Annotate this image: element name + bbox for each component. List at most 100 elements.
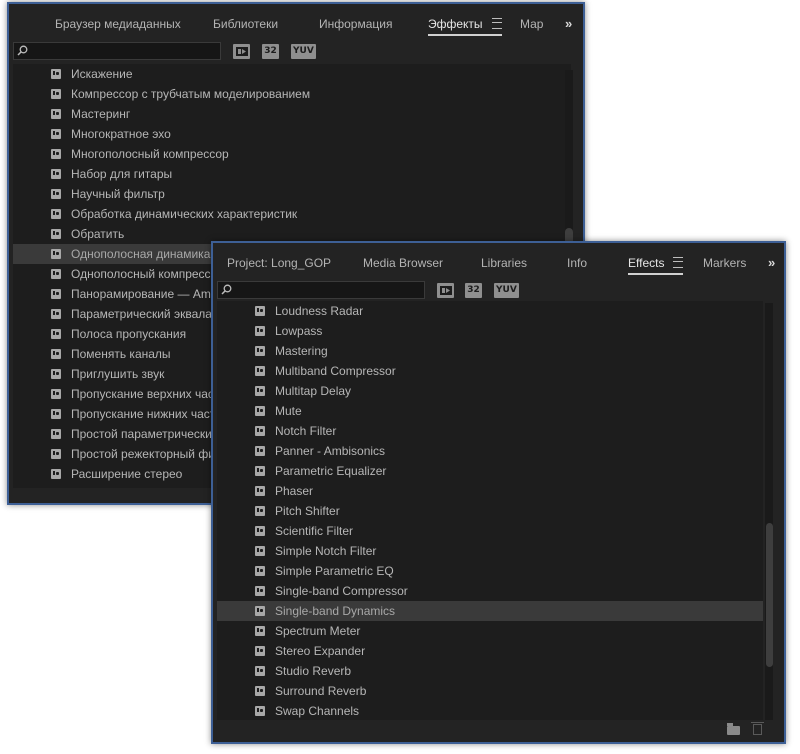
effect-label: Обратить xyxy=(71,227,125,241)
effect-list-item[interactable]: Научный фильтр xyxy=(13,184,571,204)
search-icon xyxy=(17,45,28,56)
yuv-filter-button[interactable]: YUV xyxy=(494,283,519,298)
audio-effect-icon xyxy=(255,566,265,576)
search-row: 32 YUV xyxy=(9,40,583,62)
tab-project[interactable]: Project: Long_GOP xyxy=(227,255,331,275)
effect-list-item[interactable]: Studio Reverb xyxy=(217,661,763,681)
tab-overflow-chevron-icon[interactable]: » xyxy=(768,255,775,270)
trash-icon[interactable] xyxy=(751,722,764,735)
effect-list-item[interactable]: Notch Filter xyxy=(217,421,763,441)
accelerated-effects-filter-icon[interactable] xyxy=(233,44,250,59)
effect-label: Пропускание нижних частот xyxy=(71,407,228,421)
audio-effect-icon xyxy=(255,466,265,476)
active-tab-underline xyxy=(428,34,502,36)
effect-list-item[interactable]: Parametric Equalizer xyxy=(217,461,763,481)
panel-menu-icon[interactable] xyxy=(673,257,684,268)
effect-label: Многополосный компрессор xyxy=(71,147,229,161)
effect-list-item[interactable]: Mastering xyxy=(217,341,763,361)
effect-list-item[interactable]: Spectrum Meter xyxy=(217,621,763,641)
effect-list-item[interactable]: Single-band Compressor xyxy=(217,581,763,601)
audio-effect-icon xyxy=(51,169,61,179)
effect-list-item[interactable]: Simple Notch Filter xyxy=(217,541,763,561)
active-tab-underline xyxy=(628,273,684,275)
effect-list-item[interactable]: Swap Channels xyxy=(217,701,763,721)
audio-effect-icon xyxy=(51,309,61,319)
effect-label: Полоса пропускания xyxy=(71,327,187,341)
effect-list-item[interactable]: Stereo Expander xyxy=(217,641,763,661)
tab-effects-label: Эффекты xyxy=(428,17,483,31)
audio-effect-icon xyxy=(51,329,61,339)
audio-effect-icon xyxy=(255,546,265,556)
audio-effect-icon xyxy=(51,209,61,219)
accelerated-effects-filter-icon[interactable] xyxy=(437,283,454,298)
new-bin-folder-icon[interactable] xyxy=(727,723,740,735)
effects-search-input[interactable] xyxy=(13,42,221,60)
effect-list-item[interactable]: Многократное эхо xyxy=(13,124,571,144)
effect-label: Поменять каналы xyxy=(71,347,171,361)
effect-label: Приглушить звук xyxy=(71,367,165,381)
search-icon xyxy=(221,284,232,295)
effect-label: Spectrum Meter xyxy=(275,624,361,638)
effect-list-item[interactable]: Multitap Delay xyxy=(217,381,763,401)
effect-list-item[interactable]: Simple Parametric EQ xyxy=(217,561,763,581)
audio-effect-icon xyxy=(255,446,265,456)
effect-label: Однополосный компрессор xyxy=(71,267,225,281)
effect-label: Single-band Dynamics xyxy=(275,604,396,618)
audio-effect-icon xyxy=(51,129,61,139)
yuv-filter-button[interactable]: YUV xyxy=(291,44,316,59)
effect-label: Pitch Shifter xyxy=(275,504,340,518)
scrollbar-thumb[interactable] xyxy=(766,523,773,667)
audio-effect-icon xyxy=(51,109,61,119)
tab-effects[interactable]: Эффекты xyxy=(428,16,502,36)
effect-list-item[interactable]: Обработка динамических характеристик xyxy=(13,204,571,224)
panel-menu-icon[interactable] xyxy=(491,18,502,29)
panel-tab-bar: Project: Long_GOP Media Browser Librarie… xyxy=(213,243,784,279)
tab-markers[interactable]: Мар xyxy=(520,16,543,36)
32-bit-filter-button[interactable]: 32 xyxy=(262,44,279,59)
effect-list-item[interactable]: Искажение xyxy=(13,64,571,84)
effect-list-item[interactable]: Mute xyxy=(217,401,763,421)
audio-effect-icon xyxy=(255,346,265,356)
effect-list-item[interactable]: Multiband Compressor xyxy=(217,361,763,381)
tab-markers[interactable]: Markers xyxy=(703,255,746,275)
audio-effect-icon xyxy=(255,626,265,636)
audio-effect-icon xyxy=(51,369,61,379)
audio-effect-icon xyxy=(255,706,265,716)
audio-effect-icon xyxy=(51,89,61,99)
effect-list-item[interactable]: Panner - Ambisonics xyxy=(217,441,763,461)
effect-list-item[interactable]: Scientific Filter xyxy=(217,521,763,541)
tab-overflow-chevron-icon[interactable]: » xyxy=(565,16,572,31)
panel-bottom-bar xyxy=(213,720,784,742)
effect-list-item[interactable]: Набор для гитары xyxy=(13,164,571,184)
tab-media-browser[interactable]: Media Browser xyxy=(363,255,443,275)
audio-effect-icon xyxy=(51,469,61,479)
effect-list-item[interactable]: Многополосный компрессор xyxy=(13,144,571,164)
effect-label: Scientific Filter xyxy=(275,524,354,538)
effect-list-item[interactable]: Single-band Dynamics xyxy=(217,601,763,621)
effect-list-item[interactable]: Pitch Shifter xyxy=(217,501,763,521)
effect-list-item[interactable]: Loudness Radar xyxy=(217,301,763,321)
tab-media-browser[interactable]: Браузер медиаданных xyxy=(55,16,181,36)
tab-info[interactable]: Info xyxy=(567,255,587,275)
effect-label: Phaser xyxy=(275,484,314,498)
32-bit-filter-button[interactable]: 32 xyxy=(465,283,482,298)
effect-label: Simple Notch Filter xyxy=(275,544,377,558)
effect-label: Stereo Expander xyxy=(275,644,366,658)
effect-list-item[interactable]: Surround Reverb xyxy=(217,681,763,701)
effect-list-item[interactable]: Компрессор с трубчатым моделированием xyxy=(13,84,571,104)
effects-search-input[interactable] xyxy=(217,281,425,299)
audio-effect-icon xyxy=(255,486,265,496)
tab-info[interactable]: Информация xyxy=(319,16,392,36)
effect-list-item[interactable]: Мастеринг xyxy=(13,104,571,124)
tab-libraries[interactable]: Библиотеки xyxy=(213,16,278,36)
tab-effects[interactable]: Effects xyxy=(628,255,684,275)
effect-list-item[interactable]: Phaser xyxy=(217,481,763,501)
audio-effect-icon xyxy=(255,306,265,316)
effect-label: Loudness Radar xyxy=(275,304,364,318)
tab-libraries[interactable]: Libraries xyxy=(481,255,527,275)
audio-effect-icon xyxy=(51,429,61,439)
effect-label: Пропускание верхних частот xyxy=(71,387,232,401)
effect-list-item[interactable]: Lowpass xyxy=(217,321,763,341)
effect-label: Single-band Compressor xyxy=(275,584,408,598)
audio-effect-icon xyxy=(51,229,61,239)
